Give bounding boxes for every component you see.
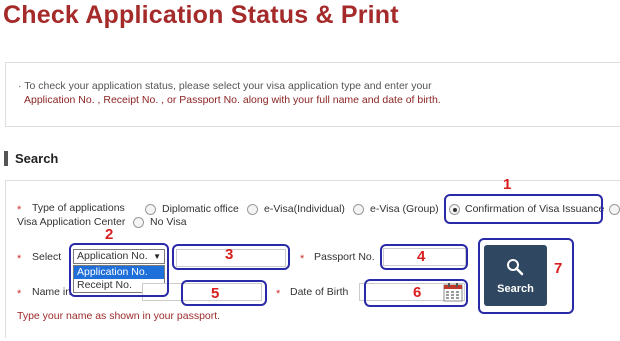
required-mark: * <box>17 204 22 216</box>
annotation-box-5 <box>181 280 267 306</box>
required-mark: * <box>300 253 305 265</box>
info-text-line1: · To check your application status, plea… <box>18 80 432 92</box>
radio-label-evisa-individual: e-Visa(Individual) <box>264 203 345 215</box>
annotation-number-4: 4 <box>417 248 426 265</box>
select-label: Select <box>32 251 62 263</box>
annotation-number-2: 2 <box>105 226 114 243</box>
passport-no-label: Passport No. <box>314 251 375 263</box>
name-hint: Type your name as shown in your passport… <box>17 310 221 322</box>
section-marker <box>4 151 8 166</box>
required-mark: * <box>17 288 22 300</box>
annotation-number-6: 6 <box>413 284 422 301</box>
radio-label-no-visa: No Visa <box>150 216 187 228</box>
annotation-box-2 <box>69 243 169 297</box>
radio-evisa-individual[interactable] <box>247 204 258 215</box>
required-mark: * <box>17 253 22 265</box>
radio-evisa-group[interactable] <box>353 204 364 215</box>
radio-label-evisa-group: e-Visa (Group) <box>370 203 439 215</box>
annotation-number-3: 3 <box>225 246 234 263</box>
radio-label-diplomatic-office: Diplomatic office <box>162 203 239 215</box>
radio-no-visa[interactable] <box>133 217 144 228</box>
radio-diplomatic-office[interactable] <box>145 204 156 215</box>
required-mark: * <box>276 288 281 300</box>
name-label: Name in <box>32 286 72 298</box>
annotation-box-1 <box>444 194 603 224</box>
annotation-number-5: 5 <box>211 285 220 302</box>
date-of-birth-label: Date of Birth <box>290 286 349 298</box>
radio-visa-application-center[interactable] <box>609 204 620 215</box>
info-text-line2: Application No. , Receipt No. , or Passp… <box>24 94 441 106</box>
section-title: Search <box>15 151 59 166</box>
type-of-applications-label: Type of applications <box>32 202 125 214</box>
page-title: Check Application Status & Print <box>3 1 399 29</box>
annotation-number-7: 7 <box>554 260 563 277</box>
annotation-number-1: 1 <box>503 176 512 193</box>
